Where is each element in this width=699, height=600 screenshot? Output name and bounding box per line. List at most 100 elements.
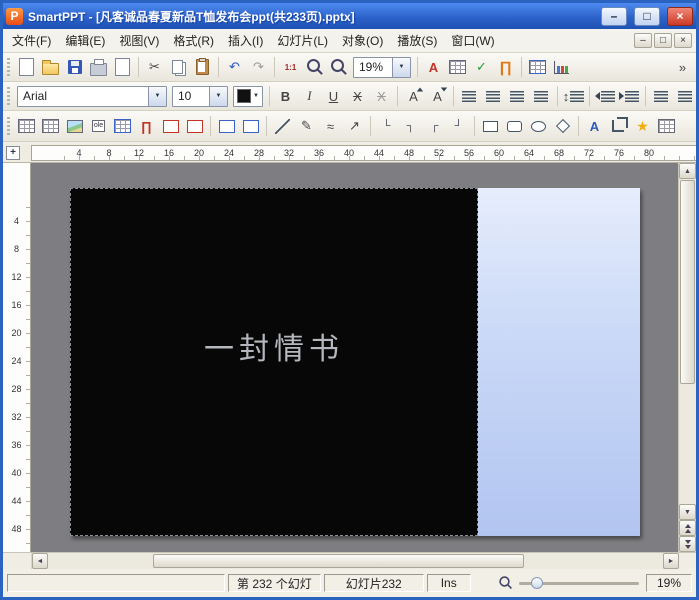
menu-item[interactable]: 对象(O) — [335, 29, 390, 52]
insert-worksheet-button[interactable] — [111, 115, 134, 138]
menu-item[interactable]: 窗口(W) — [444, 29, 501, 52]
next-slide-button[interactable] — [679, 536, 696, 552]
favorites-button[interactable]: ★ — [631, 115, 654, 138]
vertical-scroll-track[interactable] — [679, 179, 696, 504]
slide[interactable]: 一封情书 — [70, 188, 640, 536]
align-center-button[interactable] — [482, 85, 505, 108]
insert-frame-2-button[interactable] — [239, 115, 262, 138]
connector-4-button[interactable]: ┘ — [447, 115, 470, 138]
zoom-out-button[interactable] — [327, 56, 350, 79]
crop-button[interactable] — [607, 115, 630, 138]
maximize-button[interactable]: □ — [634, 6, 660, 26]
decrease-font-button[interactable]: A — [426, 85, 449, 108]
insert-mode-panel[interactable]: Ins — [426, 574, 471, 592]
scroll-down-button[interactable]: ▼ — [679, 504, 696, 520]
menu-item[interactable]: 格式(R) — [166, 29, 221, 52]
increase-font-button[interactable]: A — [402, 85, 425, 108]
horizontal-scroll-thumb[interactable] — [152, 554, 524, 568]
insert-diagram-button[interactable] — [526, 56, 549, 79]
menu-item[interactable]: 编辑(E) — [58, 29, 112, 52]
menu-item[interactable]: 插入(I) — [221, 29, 270, 52]
font-color-dropdown[interactable]: ▼ — [233, 85, 263, 107]
insert-formula-object-button[interactable]: ∏ — [135, 115, 158, 138]
toolbar-grip[interactable] — [7, 58, 10, 76]
print-button[interactable] — [87, 56, 110, 79]
font-name-combobox[interactable]: Arial ▼ — [17, 85, 167, 107]
wordart-button[interactable]: A — [583, 115, 606, 138]
numbered-list-button[interactable] — [674, 85, 697, 108]
close-button[interactable]: × — [667, 6, 693, 26]
toolbar-grip[interactable] — [7, 117, 10, 135]
paste-button[interactable] — [191, 56, 214, 79]
scroll-up-button[interactable]: ▲ — [679, 163, 696, 179]
scroll-right-button[interactable]: ► — [663, 553, 679, 569]
increase-indent-button[interactable] — [618, 85, 641, 108]
cut-button[interactable]: ✂ — [143, 56, 166, 79]
font-size-combobox[interactable]: 10 ▼ — [172, 85, 228, 107]
menu-item[interactable]: 视图(V) — [112, 29, 166, 52]
copy-button[interactable] — [167, 56, 190, 79]
insert-frame-button[interactable] — [215, 115, 238, 138]
horizontal-textbox-button[interactable] — [159, 115, 182, 138]
italic-button[interactable]: I — [298, 85, 321, 108]
zoom-slider-knob[interactable] — [531, 576, 543, 589]
freeform-tool-button[interactable]: ✎ — [295, 115, 318, 138]
connector-3-button[interactable]: ┌ — [423, 115, 446, 138]
spell-check-button[interactable]: ✓ — [470, 56, 493, 79]
align-left-button[interactable] — [458, 85, 481, 108]
horizontal-scroll-track[interactable] — [48, 553, 663, 569]
strikethrough-button[interactable]: X — [346, 85, 369, 108]
more-tools-chevron[interactable]: » — [671, 56, 694, 79]
insert-picture-button[interactable] — [63, 115, 86, 138]
zoom-dropdown-arrow-icon[interactable]: ▼ — [392, 57, 410, 77]
arrow-tool-button[interactable]: ↗ — [343, 115, 366, 138]
vertical-textbox-button[interactable] — [183, 115, 206, 138]
menu-item[interactable]: 文件(F) — [5, 29, 58, 52]
slide-canvas[interactable]: 一封情书 — [31, 163, 678, 552]
decrease-indent-button[interactable] — [594, 85, 617, 108]
zoom-slider-track[interactable] — [519, 576, 639, 589]
line-spacing-button[interactable]: ↕ — [562, 85, 585, 108]
mdi-minimize-button[interactable]: – — [634, 33, 652, 48]
save-button[interactable] — [63, 56, 86, 79]
slide-image-object[interactable]: 一封情书 — [70, 188, 478, 536]
object-gallery-button[interactable] — [655, 115, 678, 138]
slide-background-area[interactable] — [478, 188, 640, 536]
menu-item[interactable]: 播放(S) — [390, 29, 444, 52]
curve-tool-button[interactable]: ≈ — [319, 115, 342, 138]
insert-chart-button[interactable] — [550, 56, 573, 79]
mdi-close-button[interactable]: × — [674, 33, 692, 48]
vertical-scroll-thumb[interactable] — [680, 180, 695, 384]
toolbar-grip[interactable] — [7, 87, 10, 105]
menu-item[interactable]: 幻灯片(L) — [270, 29, 335, 52]
zoom-combobox[interactable]: 19% ▼ — [353, 56, 411, 78]
actual-size-button[interactable]: 1:1 — [279, 56, 302, 79]
vertical-scrollbar[interactable]: ▲ ▼ — [678, 163, 696, 552]
line-tool-button[interactable] — [271, 115, 294, 138]
ellipse-tool-button[interactable] — [527, 115, 550, 138]
align-right-button[interactable] — [506, 85, 529, 108]
table-borders-button[interactable] — [39, 115, 62, 138]
previous-slide-button[interactable] — [679, 520, 696, 536]
insert-formula-button[interactable]: ∏ — [494, 56, 517, 79]
bullet-list-button[interactable] — [650, 85, 673, 108]
font-dropdown-arrow-icon[interactable]: ▼ — [148, 86, 166, 106]
rectangle-tool-button[interactable] — [479, 115, 502, 138]
connector-2-button[interactable]: ┐ — [399, 115, 422, 138]
underline-button[interactable]: U — [322, 85, 345, 108]
insert-ole-object-button[interactable]: ole — [87, 115, 110, 138]
redo-button[interactable]: ↷ — [247, 56, 270, 79]
connector-1-button[interactable]: └ — [375, 115, 398, 138]
new-document-button[interactable] — [15, 56, 38, 79]
size-dropdown-arrow-icon[interactable]: ▼ — [209, 86, 227, 106]
open-file-button[interactable] — [39, 56, 62, 79]
align-justify-button[interactable] — [530, 85, 553, 108]
undo-button[interactable]: ↶ — [223, 56, 246, 79]
font-color-a-button[interactable]: A — [422, 56, 445, 79]
slide-title-text[interactable]: 一封情书 — [204, 324, 344, 368]
mdi-restore-button[interactable]: □ — [654, 33, 672, 48]
draw-table-button[interactable] — [15, 115, 38, 138]
double-strikethrough-button[interactable]: X — [370, 85, 393, 108]
bold-button[interactable]: B — [274, 85, 297, 108]
insert-table-button[interactable] — [446, 56, 469, 79]
